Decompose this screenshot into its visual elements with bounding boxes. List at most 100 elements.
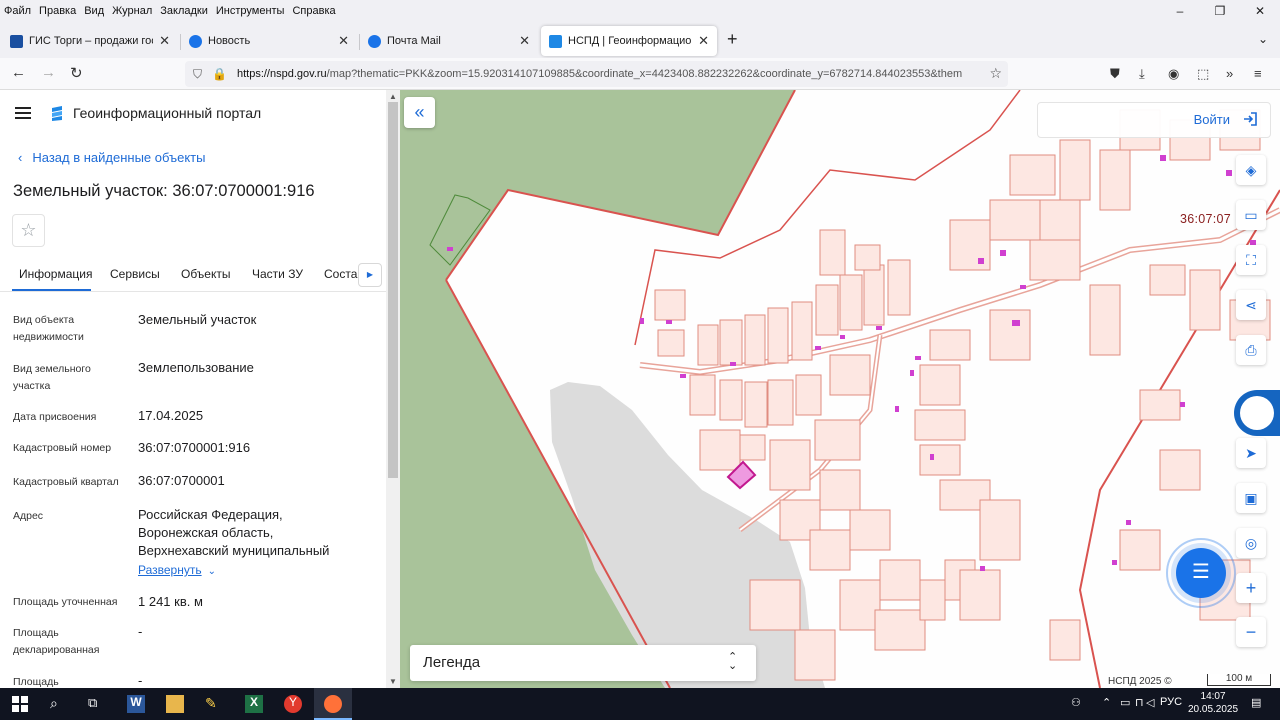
close-tab-icon[interactable]: ✕ xyxy=(698,33,709,49)
tab-services[interactable]: Сервисы xyxy=(110,267,160,281)
layers-icon[interactable]: ◈ xyxy=(1236,155,1266,185)
file-explorer-icon[interactable] xyxy=(166,695,184,713)
notifications-icon[interactable]: ▤ xyxy=(1251,696,1261,709)
field-value: 1 241 кв. м xyxy=(138,594,203,609)
back-to-results-link[interactable]: ‹ Назад в найденные объекты xyxy=(18,150,205,165)
info-panel: Геоинформационный портал ‹ Назад в найден… xyxy=(0,90,386,688)
geolocate-icon[interactable]: ◎ xyxy=(1236,528,1266,558)
close-tab-icon[interactable]: ✕ xyxy=(159,33,170,49)
map-svg xyxy=(400,90,1280,688)
menu-history[interactable]: Журнал xyxy=(108,5,156,17)
menu-file[interactable]: Файл xyxy=(0,5,35,17)
field-value: Земельный участок xyxy=(138,312,257,327)
collapse-panel-button[interactable]: « xyxy=(404,97,435,128)
yandex-browser-icon[interactable]: Y xyxy=(284,695,302,713)
firefox-icon[interactable] xyxy=(324,695,342,713)
tab-objects[interactable]: Объекты xyxy=(181,267,231,281)
tab-parts[interactable]: Части ЗУ xyxy=(252,267,303,281)
browser-tab-nspd[interactable]: НСПД | Геоинформационный ✕ xyxy=(541,26,717,56)
menu-bar: Файл Правка Вид Журнал Закладки Инструме… xyxy=(0,0,1280,22)
new-tab-button[interactable]: + xyxy=(727,29,738,50)
portal-logo-icon xyxy=(52,106,62,121)
task-view-icon[interactable]: ⧉ xyxy=(88,695,106,713)
menu-help[interactable]: Справка xyxy=(288,5,339,17)
back-arrow-icon[interactable]: ← xyxy=(11,64,26,81)
zoom-out-button[interactable]: − xyxy=(1236,617,1266,647)
close-tab-icon[interactable]: ✕ xyxy=(338,33,349,49)
shield-icon[interactable]: ⛉ xyxy=(193,67,202,82)
maximize-button[interactable]: ❐ xyxy=(1200,0,1240,22)
field-value: 36:07:0700001:916 xyxy=(138,440,251,455)
chatbot-icon xyxy=(1240,396,1274,430)
zoom-in-button[interactable]: + xyxy=(1236,573,1266,603)
pocket-icon[interactable]: ⛊ xyxy=(1110,66,1120,82)
browser-tab-mail[interactable]: Почта Mail ✕ xyxy=(360,26,538,56)
tabs-next-button[interactable]: ▶ xyxy=(358,263,382,287)
scroll-down-icon[interactable]: ▼ xyxy=(389,677,397,686)
field-label: Кадастровый квартал xyxy=(13,476,119,488)
expand-updown-icon[interactable]: ⌃ ⌄ xyxy=(728,652,737,672)
location-arrow-icon[interactable]: ➤ xyxy=(1236,438,1266,468)
scroll-up-icon[interactable]: ▲ xyxy=(389,92,397,101)
map-scale: 100 м xyxy=(1207,674,1271,686)
volume-icon[interactable]: ◁ xyxy=(1146,696,1154,709)
browser-tab-news[interactable]: Новость ✕ xyxy=(181,26,357,56)
browser-tab-gis-torgi[interactable]: ГИС Торги – продажи государ ✕ xyxy=(2,26,178,56)
people-icon[interactable]: ⚇ xyxy=(1071,696,1081,709)
menu-edit[interactable]: Правка xyxy=(35,5,80,17)
legend-panel[interactable]: Легенда ⌃ ⌄ xyxy=(410,645,756,681)
downloads-icon[interactable]: ⤓ xyxy=(1139,66,1145,82)
tab-bar: ГИС Торги – продажи государ ✕ Новость ✕ … xyxy=(0,22,1280,58)
lock-icon[interactable]: 🔒 xyxy=(212,67,227,81)
address-bar[interactable]: ⛉ 🔒 https://nspd.gov.ru/map?thematic=PKK… xyxy=(185,61,1008,87)
hamburger-menu-icon[interactable] xyxy=(15,107,31,119)
close-tab-icon[interactable]: ✕ xyxy=(519,33,530,49)
overflow-icon[interactable]: » xyxy=(1226,66,1233,81)
word-icon[interactable]: W xyxy=(127,695,145,713)
bookmark-star-icon[interactable]: ☆ xyxy=(989,65,1002,82)
field-label: Дата присвоения xyxy=(13,411,97,423)
tab-list-chevron-icon[interactable]: ⌄ xyxy=(1258,32,1268,46)
parcel-marker xyxy=(447,247,453,251)
search-icon[interactable]: ⌕ xyxy=(50,695,68,713)
panel-scrollbar-thumb[interactable] xyxy=(388,102,398,478)
clock[interactable]: 14:07 20.05.2025 xyxy=(1188,690,1238,716)
chatbot-side-button[interactable] xyxy=(1234,390,1280,436)
menu-view[interactable]: Вид xyxy=(80,5,108,17)
field-value: Землепользование xyxy=(138,360,254,375)
excel-icon[interactable]: X xyxy=(245,695,263,713)
print-icon[interactable]: ⎙ xyxy=(1236,335,1266,365)
mail-icon xyxy=(368,34,381,48)
minimap-icon[interactable]: ▣ xyxy=(1236,483,1266,513)
tray-chevron-icon[interactable]: ⌃ xyxy=(1102,696,1111,709)
area-select-icon[interactable]: ⛶ xyxy=(1236,245,1266,275)
chat-button[interactable]: ☰ xyxy=(1176,548,1226,598)
favorite-star-icon[interactable]: ☆ xyxy=(12,214,45,247)
nspd-icon xyxy=(549,34,562,48)
windows-start-icon[interactable] xyxy=(11,695,29,713)
reload-icon[interactable]: ↻ xyxy=(70,64,83,82)
menu-bookmarks[interactable]: Закладки xyxy=(156,5,212,17)
field-value: 17.04.2025 xyxy=(138,408,204,423)
login-button[interactable]: Войти xyxy=(1037,102,1271,138)
language-indicator[interactable]: РУС xyxy=(1160,696,1182,708)
expand-link[interactable]: Развернуть ⌄ xyxy=(138,563,216,577)
account-icon[interactable]: ◉ xyxy=(1168,66,1179,82)
tab-composition[interactable]: Соста xyxy=(324,267,357,281)
minimize-button[interactable]: – xyxy=(1160,0,1200,22)
field-label: Вид земельного участка xyxy=(13,363,91,392)
ruler-icon[interactable]: ▭ xyxy=(1236,200,1266,230)
active-tab-indicator xyxy=(12,289,91,291)
battery-icon[interactable]: ▭ xyxy=(1120,696,1130,709)
forward-arrow-icon[interactable]: → xyxy=(41,64,56,81)
extensions-icon[interactable]: ⬚ xyxy=(1197,66,1209,82)
share-icon[interactable]: ⋖ xyxy=(1236,290,1266,320)
menu-tools[interactable]: Инструменты xyxy=(212,5,289,17)
tools-icon[interactable]: ✎ xyxy=(205,695,223,713)
tab-information[interactable]: Информация xyxy=(19,267,92,281)
field-label: Площадь декларированная xyxy=(13,627,100,656)
app-menu-icon[interactable]: ≡ xyxy=(1254,66,1262,81)
close-window-button[interactable]: ✕ xyxy=(1240,0,1280,22)
map-canvas[interactable] xyxy=(400,90,1280,688)
network-icon[interactable]: ⊓ xyxy=(1135,696,1144,709)
